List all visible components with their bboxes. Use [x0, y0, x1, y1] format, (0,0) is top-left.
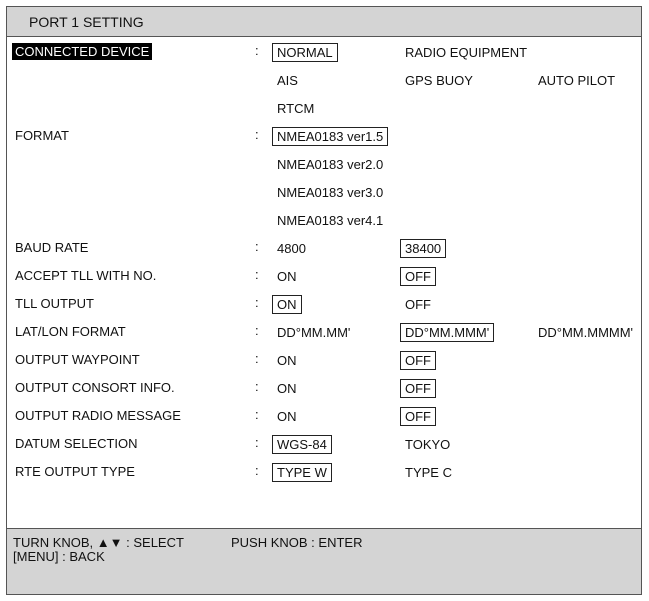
option-tokyo[interactable]: TOKYO	[400, 435, 455, 454]
option-ais[interactable]: AIS	[272, 71, 303, 90]
option-normal[interactable]: NORMAL	[272, 43, 338, 62]
separator-colon: :	[255, 351, 259, 366]
setting-label-latlon-format: LAT/LON FORMAT	[15, 324, 126, 339]
select-hint: TURN KNOB, ▲▼ : SELECT	[13, 535, 184, 550]
setting-row-connected-device[interactable]: CONNECTED DEVICE : NORMAL RADIO EQUIPMEN…	[7, 40, 641, 68]
option-off[interactable]: OFF	[400, 295, 436, 314]
setting-label-output-waypoint: OUTPUT WAYPOINT	[15, 352, 140, 367]
setting-row-datum[interactable]: DATUM SELECTION : WGS-84 TOKYO	[7, 432, 641, 460]
setting-row-accept-tll[interactable]: ACCEPT TLL WITH NO. : ON OFF	[7, 264, 641, 292]
separator-colon: :	[255, 267, 259, 282]
separator-colon: :	[255, 43, 259, 58]
option-38400[interactable]: 38400	[400, 239, 447, 258]
setting-row-baud-rate[interactable]: BAUD RATE : 4800 38400	[7, 236, 641, 264]
option-radio-equipment[interactable]: RADIO EQUIPMENT	[400, 43, 532, 62]
back-hint: [MENU] : BACK	[13, 549, 105, 564]
setting-row-rte-output[interactable]: RTE OUTPUT TYPE : TYPE W TYPE C	[7, 460, 641, 488]
setting-row-latlon-format[interactable]: LAT/LON FORMAT : DD°MM.MM' DD°MM.MMM' DD…	[7, 320, 641, 348]
option-nmea-ver4-1[interactable]: NMEA0183 ver4.1	[272, 211, 388, 230]
setting-row-tll-output[interactable]: TLL OUTPUT : ON OFF	[7, 292, 641, 320]
option-on[interactable]: ON	[272, 407, 302, 426]
setting-row-format[interactable]: FORMAT : NMEA0183 ver1.5	[7, 124, 641, 152]
option-on[interactable]: ON	[272, 379, 302, 398]
page-title: PORT 1 SETTING	[29, 14, 144, 30]
option-auto-pilot[interactable]: AUTO PILOT	[533, 71, 620, 90]
separator-colon: :	[255, 463, 259, 478]
option-wgs-84[interactable]: WGS-84	[272, 435, 332, 454]
option-type-w[interactable]: TYPE W	[272, 463, 332, 482]
setting-label-output-radio: OUTPUT RADIO MESSAGE	[15, 408, 181, 423]
port-setting-screen: PORT 1 SETTING CONNECTED DEVICE : NORMAL…	[6, 6, 642, 595]
option-dd-mm-mmm[interactable]: DD°MM.MMM'	[400, 323, 495, 342]
option-gps-buoy[interactable]: GPS BUOY	[400, 71, 478, 90]
setting-row-format-cont2: NMEA0183 ver3.0	[7, 180, 641, 208]
option-off[interactable]: OFF	[400, 267, 436, 286]
option-type-c[interactable]: TYPE C	[400, 463, 457, 482]
setting-label-accept-tll: ACCEPT TLL WITH NO.	[15, 268, 157, 283]
setting-label-datum: DATUM SELECTION	[15, 436, 138, 451]
setting-row-connected-device-cont2: RTCM	[7, 96, 641, 124]
setting-row-connected-device-cont: AIS GPS BUOY AUTO PILOT	[7, 68, 641, 96]
setting-row-output-consort[interactable]: OUTPUT CONSORT INFO. : ON OFF	[7, 376, 641, 404]
setting-label-connected-device: CONNECTED DEVICE	[12, 43, 153, 60]
separator-colon: :	[255, 435, 259, 450]
option-dd-mm-mm[interactable]: DD°MM.MM'	[272, 323, 355, 342]
option-rtcm[interactable]: RTCM	[272, 99, 319, 118]
option-nmea-ver1-5[interactable]: NMEA0183 ver1.5	[272, 127, 389, 146]
setting-label-rte-output: RTE OUTPUT TYPE	[15, 464, 135, 479]
option-on[interactable]: ON	[272, 351, 302, 370]
separator-colon: :	[255, 379, 259, 394]
title-bar: PORT 1 SETTING	[7, 7, 641, 37]
setting-label-format: FORMAT	[15, 128, 69, 143]
setting-row-output-waypoint[interactable]: OUTPUT WAYPOINT : ON OFF	[7, 348, 641, 376]
option-nmea-ver3-0[interactable]: NMEA0183 ver3.0	[272, 183, 388, 202]
option-nmea-ver2-0[interactable]: NMEA0183 ver2.0	[272, 155, 388, 174]
separator-colon: :	[255, 407, 259, 422]
separator-colon: :	[255, 127, 259, 142]
setting-row-output-radio[interactable]: OUTPUT RADIO MESSAGE : ON OFF	[7, 404, 641, 432]
option-off[interactable]: OFF	[400, 351, 436, 370]
option-off[interactable]: OFF	[400, 379, 436, 398]
setting-label-tll-output: TLL OUTPUT	[15, 296, 94, 311]
setting-label-output-consort: OUTPUT CONSORT INFO.	[15, 380, 175, 395]
separator-colon: :	[255, 239, 259, 254]
option-on[interactable]: ON	[272, 267, 302, 286]
setting-label-baud-rate: BAUD RATE	[15, 240, 89, 255]
option-off[interactable]: OFF	[400, 407, 436, 426]
option-4800[interactable]: 4800	[272, 239, 311, 258]
setting-row-format-cont3: NMEA0183 ver4.1	[7, 208, 641, 236]
option-dd-mm-mmmm[interactable]: DD°MM.MMMM'	[533, 323, 638, 342]
help-footer: TURN KNOB, ▲▼ : SELECT PUSH KNOB : ENTER…	[7, 528, 641, 594]
option-on[interactable]: ON	[272, 295, 302, 314]
separator-colon: :	[255, 295, 259, 310]
enter-hint: PUSH KNOB : ENTER	[231, 535, 363, 550]
separator-colon: :	[255, 323, 259, 338]
setting-row-format-cont: NMEA0183 ver2.0	[7, 152, 641, 180]
